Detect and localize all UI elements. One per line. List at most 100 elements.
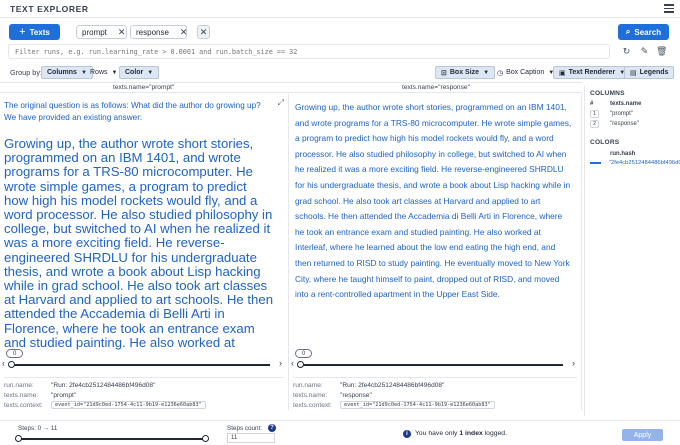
clear-chips-button[interactable]: ✕ [197, 25, 210, 39]
search-button[interactable]: ⌕ Search [618, 24, 669, 40]
group-by-label: Group by: [10, 68, 43, 77]
steps-count-label: Steps count: [227, 425, 263, 432]
steps-range-end-thumb[interactable] [202, 435, 209, 442]
steps-range-start-thumb[interactable] [15, 435, 22, 442]
step-slider[interactable]: 0 ‹ › [291, 349, 575, 371]
text-panel-response: Growing up, the author wrote short stori… [289, 94, 582, 410]
bottom-bar: Steps: 0 → 11 Steps count: ? 11 i You ha… [0, 420, 680, 445]
text-content: The original question is as follows: Wha… [4, 100, 274, 350]
search-icon: ⌕ [625, 27, 631, 36]
rows-dropdown[interactable]: Rows ▼ [85, 66, 122, 79]
box-size-button[interactable]: ⊡ Box Size ▼ [435, 66, 496, 79]
text-renderer-button[interactable]: ▣ Text Renderer ▼ [553, 66, 632, 79]
add-texts-button[interactable]: + Texts [9, 24, 60, 40]
box-caption-button[interactable]: ◷ Box Caption ▼ [492, 66, 559, 79]
chip-label: response [136, 27, 169, 37]
close-icon: ✕ [199, 26, 208, 37]
slider-track[interactable] [301, 364, 563, 366]
meta-key: texts.context: [293, 401, 332, 409]
box-caption: run.name: "Run: 2fe4cb2512484486bf496d08"… [293, 377, 577, 410]
step-slider[interactable]: 0 ‹ › [2, 349, 282, 371]
meta-key: run.name: [293, 381, 323, 389]
chevron-left-icon[interactable]: ‹ [291, 358, 294, 368]
response-body-text: Growing up, the author wrote short stori… [295, 102, 572, 300]
color-dropdown[interactable]: Color ▼ [119, 66, 160, 79]
legends-button[interactable]: ▤ Legends [624, 66, 675, 79]
steps-range-track[interactable] [18, 438, 206, 440]
meta-key: run.name: [4, 381, 34, 389]
add-texts-label: Texts [29, 27, 50, 37]
chevron-right-icon[interactable]: › [279, 358, 282, 368]
caret-down-icon: ▼ [483, 69, 490, 76]
step-badge: 0 [295, 349, 313, 358]
search-label: Search [634, 27, 662, 37]
slider-thumb[interactable] [297, 361, 304, 368]
chevron-right-icon[interactable]: › [572, 358, 575, 368]
slider-track[interactable] [12, 364, 270, 366]
columns-legend-title: COLUMNS [590, 90, 625, 97]
plus-icon: + [19, 26, 26, 38]
chip-prompt[interactable]: prompt ✕ [76, 25, 127, 39]
legend-index: 1 [590, 110, 599, 118]
legend-value: "prompt" [610, 111, 633, 117]
meta-run-name: "Run: 2fe4cb2512484486bf496d08" [340, 381, 445, 389]
meta-key: texts.name: [293, 391, 328, 399]
steps-range-label: Steps: 0 → 11 [18, 425, 58, 432]
rows-label: Rows [90, 69, 108, 76]
text-renderer-icon: ▣ [559, 69, 566, 77]
caret-down-icon: ▼ [147, 69, 154, 76]
legend-color-value: "2fe4cb2512484486bf496d08" [608, 160, 680, 166]
legends-sidebar: COLUMNS # texts.name 1 "prompt" 2 "respo… [584, 86, 680, 416]
index-header: # [590, 101, 594, 107]
reset-icon[interactable]: ↻ [621, 46, 632, 57]
color-swatch [590, 162, 601, 164]
meta-texts-name: "response" [340, 391, 372, 399]
close-icon[interactable]: ✕ [180, 27, 188, 38]
filter-row: ↻ ✎ 🗑 [0, 44, 680, 59]
filter-input[interactable] [8, 44, 610, 59]
box-size-label: Box Size [449, 69, 480, 76]
color-label: Color [125, 69, 144, 76]
close-icon[interactable]: ✕ [118, 27, 126, 38]
columns-label: Columns [47, 69, 77, 76]
info-icon: i [403, 430, 411, 438]
meta-key: texts.context: [4, 401, 43, 409]
column-headers: texts.name="prompt" texts.name="response… [0, 82, 582, 93]
box-caption-icon: ◷ [497, 69, 504, 77]
box-caption-label: Box Caption [506, 69, 545, 76]
legend-value: "response" [610, 121, 639, 127]
notice-text: You have only [415, 430, 460, 437]
menu-icon[interactable] [664, 4, 674, 13]
prompt-intro-text: The original question is as follows: Wha… [4, 101, 261, 122]
text-content: Growing up, the author wrote short stori… [295, 100, 573, 350]
caret-down-icon: ▼ [111, 69, 118, 76]
meta-context: event_id="21d9c0ed-1754-4c11-9b19-e1236e… [340, 401, 495, 409]
edit-icon[interactable]: ✎ [639, 46, 650, 57]
notice-text: logged. [482, 430, 507, 437]
legend-index: 2 [590, 120, 599, 128]
text-panel-prompt: ⤢ The original question is as follows: W… [0, 94, 289, 410]
chip-response[interactable]: response ✕ [130, 25, 187, 39]
column-header-prompt: texts.name="prompt" [113, 84, 175, 91]
top-bar: TEXT EXPLORER [0, 0, 680, 18]
slider-thumb[interactable] [8, 361, 15, 368]
control-row: Group by: Columns ▼ Rows ▼ Color ▼ ⊡ Box Si… [0, 65, 680, 81]
legends-label: Legends [639, 69, 669, 76]
expand-icon[interactable]: ⤢ [278, 98, 284, 108]
box-size-icon: ⊡ [441, 69, 447, 77]
meta-run-name: "Run: 2fe4cb2512484486bf496d08" [51, 381, 156, 389]
meta-context: event_id="21d9c0ed-1754-4c11-9b19-e1236e… [51, 401, 206, 409]
colors-legend-title: COLORS [590, 139, 620, 146]
legend-column-name: texts.name [610, 101, 642, 107]
chip-label: prompt [82, 27, 107, 37]
box-caption: run.name: "Run: 2fe4cb2512484486bf496d08"… [4, 377, 284, 410]
info-icon[interactable]: ? [268, 424, 276, 432]
trash-icon[interactable]: 🗑 [656, 46, 667, 57]
notice-bold: 1 index [459, 430, 483, 437]
chevron-left-icon[interactable]: ‹ [2, 358, 5, 368]
apply-button[interactable]: Apply [622, 429, 663, 441]
steps-count-input[interactable]: 11 [227, 433, 275, 443]
column-header-response: texts.name="response" [402, 84, 470, 91]
legends-icon: ▤ [630, 69, 637, 77]
step-badge: 0 [6, 349, 24, 358]
